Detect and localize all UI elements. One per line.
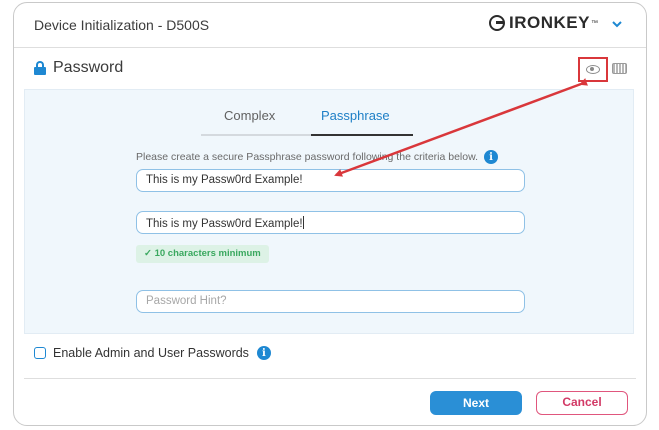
next-button[interactable]: Next: [430, 391, 522, 415]
cancel-button[interactable]: Cancel: [536, 391, 628, 415]
tab-complex[interactable]: Complex: [224, 108, 275, 123]
footer-divider: [24, 378, 636, 379]
admin-info-icon[interactable]: i: [256, 346, 271, 360]
password-type-tabs: Complex Passphrase: [201, 106, 413, 136]
password-value: This is my Passw0rd Example!: [146, 174, 303, 186]
criteria-text: Please create a secure Passphrase passwo…: [136, 150, 499, 164]
admin-user-checkbox[interactable]: [34, 347, 46, 359]
section-title: Password: [53, 59, 124, 76]
password-panel: Complex Passphrase Please create a secur…: [24, 89, 634, 334]
criteria-label: Please create a secure Passphrase passwo…: [136, 151, 479, 163]
brand-menu[interactable]: IRONKEY ™: [489, 13, 622, 33]
lock-icon: [34, 61, 46, 75]
brand-trademark: ™: [591, 19, 598, 27]
admin-user-label[interactable]: Enable Admin and User Passwords: [53, 346, 249, 360]
text-caret: [302, 216, 304, 229]
device-init-dialog: Device Initialization - D500S IRONKEY ™ …: [13, 2, 647, 426]
title-bar: Device Initialization - D500S IRONKEY ™: [14, 3, 646, 48]
keyboard-icon[interactable]: [612, 63, 627, 74]
tab-passphrase[interactable]: Passphrase: [321, 108, 390, 123]
password-hint-field[interactable]: Password Hint?: [136, 290, 525, 313]
admin-user-option: Enable Admin and User Passwords i: [34, 346, 271, 360]
window-title: Device Initialization - D500S: [34, 17, 210, 33]
eye-icon: [586, 65, 600, 74]
requirement-badge: ✓ 10 characters minimum: [136, 245, 269, 263]
chevron-down-icon[interactable]: [612, 16, 622, 31]
confirm-password-field[interactable]: This is my Passw0rd Example!: [136, 211, 525, 234]
info-icon[interactable]: i: [484, 150, 499, 164]
brand-name: IRONKEY: [509, 13, 590, 32]
section-header: Password: [34, 59, 123, 77]
show-password-button[interactable]: [578, 57, 608, 82]
ironkey-logo-icon: [489, 15, 506, 31]
confirm-password-value: This is my Passw0rd Example!: [146, 218, 303, 230]
active-tab-indicator: [311, 134, 413, 136]
password-field[interactable]: This is my Passw0rd Example!: [136, 169, 525, 192]
hint-placeholder: Password Hint?: [146, 295, 227, 307]
